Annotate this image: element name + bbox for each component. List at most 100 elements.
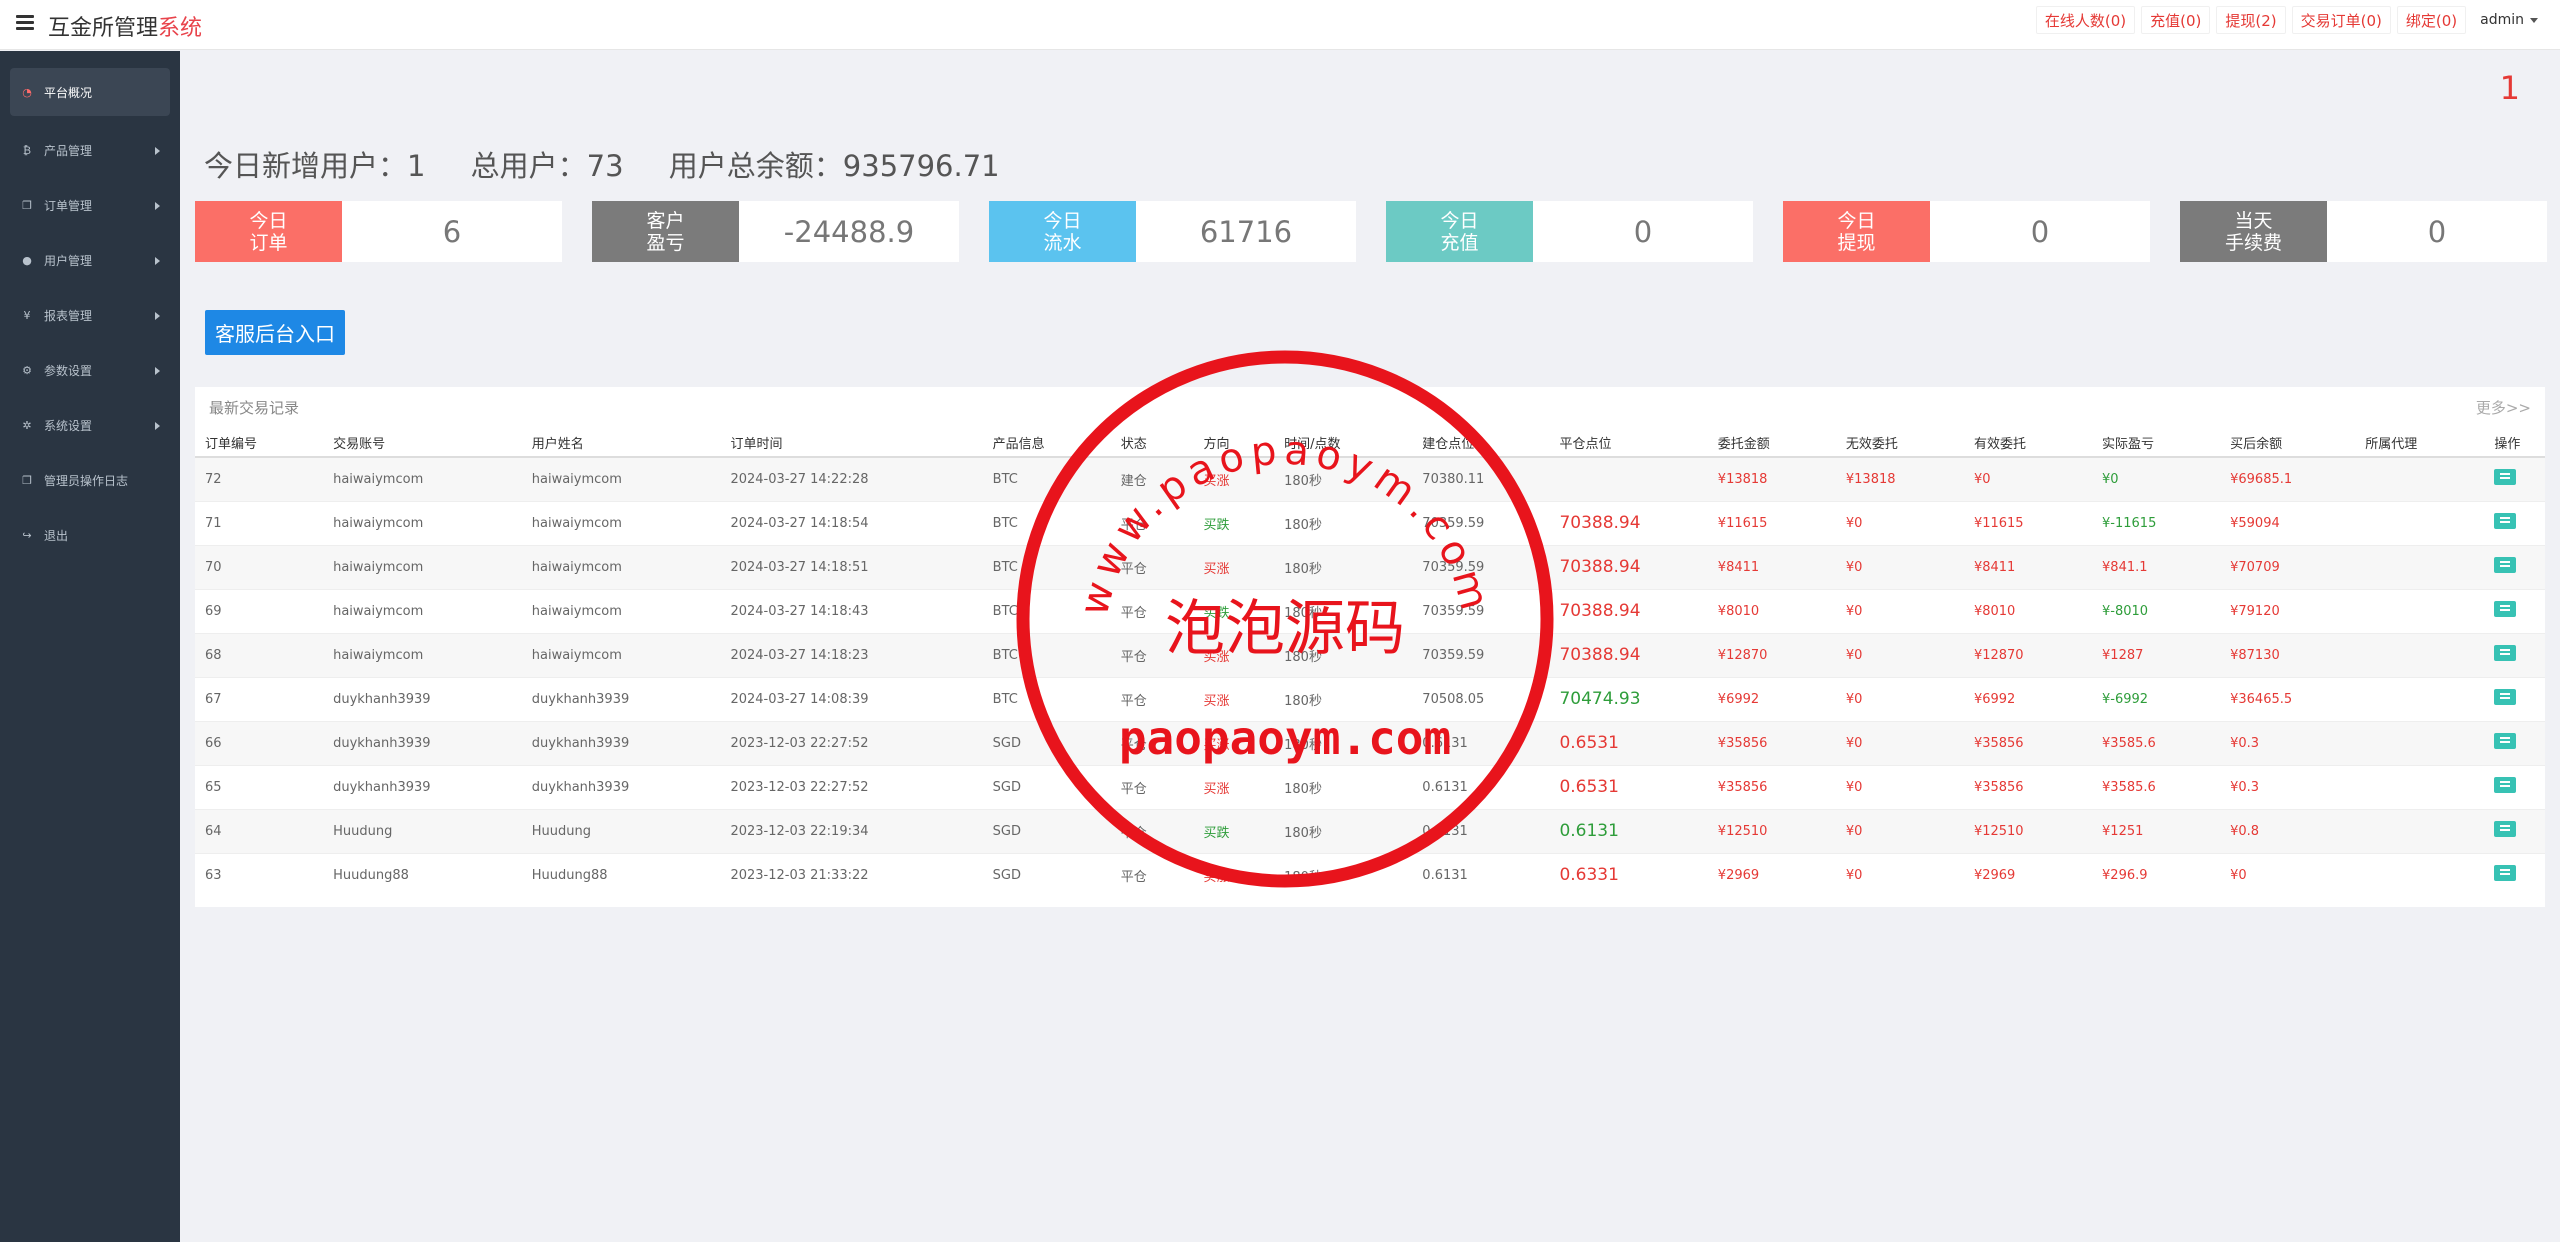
table-cell: 180秒 — [1274, 764, 1413, 809]
withdraw-button[interactable]: 提现(2) — [2216, 6, 2286, 34]
bind-button[interactable]: 绑定(0) — [2396, 6, 2467, 34]
sidebar-item-1[interactable]: ₿ 产品管理 — [0, 123, 180, 178]
stat-value: 0 — [2030, 214, 2050, 249]
table-cell: ¥8010 — [1707, 588, 1836, 633]
table-cell: 70359.59 — [1412, 588, 1550, 633]
table-cell: 68 — [195, 632, 324, 677]
table-cell: 70388.94 — [1549, 588, 1708, 633]
table-cell: ¥8411 — [1707, 544, 1836, 589]
table-cell: 买涨 — [1193, 852, 1275, 897]
column-header: 实际盈亏 — [2092, 429, 2221, 458]
table-cell: SGD — [982, 852, 1111, 897]
column-header: 产品信息 — [982, 429, 1111, 458]
table-cell: 买涨 — [1193, 544, 1275, 589]
table-cell: ¥35856 — [1963, 720, 2093, 765]
table-cell: 71 — [195, 500, 324, 545]
sidebar-item-label: 系统设置 — [44, 419, 93, 433]
column-header: 交易账号 — [323, 429, 522, 458]
table-row: 66 duykhanh3939 duykhanh3939 2023-12-03 22:… — [195, 720, 2545, 765]
table-cell: 2023-12-03 21:33:22 — [720, 852, 983, 897]
table-cell: Huudung88 — [521, 852, 721, 897]
sidebar-item-4[interactable]: ¥ 报表管理 — [0, 288, 180, 343]
column-header: 时间/点数 — [1274, 429, 1413, 458]
table-cell: 70474.93 — [1549, 676, 1708, 721]
table-cell: 买跌 — [1193, 588, 1275, 633]
table-cell: haiwaiymcom — [521, 456, 721, 501]
stat-label-line: 今日 — [1043, 209, 1082, 232]
user-menu[interactable]: admin — [2472, 6, 2546, 34]
table-cell: ¥0.3 — [2220, 720, 2356, 765]
stat-label-line: 盈亏 — [646, 231, 685, 254]
view-details-icon[interactable] — [2494, 689, 2517, 705]
stat-label-line: 手续费 — [2224, 231, 2282, 254]
table-cell: ¥87130 — [2220, 632, 2356, 677]
bitcoin-icon: ₿ — [22, 144, 32, 157]
table-cell: ¥1287 — [2092, 632, 2221, 677]
sidebar-item-label: 报表管理 — [44, 309, 93, 323]
table-cell: 平仓 — [1110, 852, 1194, 897]
view-details-icon[interactable] — [2494, 469, 2517, 486]
table-cell — [2484, 676, 2545, 721]
sidebar-item-0[interactable]: ◔ 平台概况 — [10, 68, 170, 116]
sidebar-item-7[interactable]: ❐ 管理员操作日志 — [0, 453, 180, 508]
stat-cards: 今日 订单 6 客户 盈亏 -24488.9 今日 流水 61716 今日 充值 0 今日 提现 0 当天 手续… — [195, 201, 2547, 262]
sidebar-item-label: 参数设置 — [44, 364, 93, 378]
stat-value: 0 — [2427, 214, 2447, 249]
stat-card: 客户 盈亏 -24488.9 — [592, 201, 959, 262]
table-cell — [2484, 456, 2545, 501]
table-cell: ¥0 — [1835, 852, 1964, 897]
stat-value: 61716 — [1199, 214, 1293, 249]
table-cell: 买跌 — [1193, 808, 1275, 853]
table-cell: ¥12510 — [1707, 808, 1836, 853]
table-cell: 70 — [195, 544, 324, 589]
table-cell: SGD — [982, 764, 1111, 809]
online-users-button[interactable]: 在线人数(0) — [2035, 6, 2136, 34]
sidebar-item-5[interactable]: ⚙ 参数设置 — [0, 343, 180, 398]
view-details-icon[interactable] — [2494, 513, 2517, 529]
table-cell: 2024-03-27 14:18:43 — [720, 588, 983, 633]
table-cell: ¥3585.6 — [2092, 720, 2221, 765]
table-cell: 2024-03-27 14:22:28 — [720, 456, 983, 501]
sidebar-item-3[interactable]: ● 用户管理 — [0, 233, 180, 288]
recharge-button[interactable]: 充值(0) — [2141, 6, 2211, 34]
table-cell: 63 — [195, 852, 324, 897]
view-details-icon[interactable] — [2494, 865, 2517, 882]
table-cell: ¥0 — [1835, 544, 1964, 589]
table-cell: 2024-03-27 14:18:23 — [720, 632, 983, 677]
stat-label: 今日 充值 — [1386, 201, 1533, 262]
table-cell: ¥-6992 — [2092, 676, 2221, 721]
view-details-icon[interactable] — [2494, 733, 2517, 749]
table-cell: 2023-12-03 22:19:34 — [720, 808, 983, 853]
column-header: 买后余额 — [2220, 429, 2356, 458]
table-body: 72 haiwaiymcom haiwaiymcom 2024-03-27 14:22… — [195, 456, 2545, 897]
column-header: 有效委托 — [1963, 429, 2093, 458]
menu-toggle-icon[interactable] — [16, 15, 34, 31]
trade-orders-button[interactable]: 交易订单(0) — [2291, 6, 2391, 34]
table-cell: 66 — [195, 720, 324, 765]
more-link[interactable]: 更多>> — [2476, 397, 2531, 418]
table-cell: 70380.11 — [1412, 456, 1550, 501]
column-header: 订单编号 — [195, 429, 324, 458]
table-cell — [2355, 632, 2485, 677]
view-details-icon[interactable] — [2494, 645, 2517, 661]
panel-title: 最新交易记录 — [209, 399, 300, 417]
table-cell — [2484, 764, 2545, 809]
stat-label-line: 流水 — [1043, 231, 1082, 254]
customer-service-button[interactable]: 客服后台入口 — [205, 310, 345, 355]
chevron-right-icon — [155, 256, 160, 265]
view-details-icon[interactable] — [2494, 821, 2517, 837]
table-cell — [2355, 808, 2485, 853]
view-details-icon[interactable] — [2494, 777, 2517, 793]
table-row: 64 Huudung Huudung 2023-12-03 22:19:34 SGD 平仓… — [195, 808, 2545, 853]
view-details-icon[interactable] — [2494, 557, 2517, 573]
sidebar-item-6[interactable]: ✲ 系统设置 — [0, 398, 180, 453]
logout-icon: ↪ — [22, 529, 32, 542]
table-cell: ¥-8010 — [2092, 588, 2221, 633]
sidebar-item-8[interactable]: ↪ 退出 — [0, 508, 180, 563]
top-bar: 互金所管理系统 在线人数(0) 充值(0) 提现(2) 交易订单(0) 绑定(0… — [0, 0, 2560, 50]
table-cell — [2484, 852, 2545, 897]
sidebar-item-2[interactable]: ❐ 订单管理 — [0, 178, 180, 233]
table-row: 68 haiwaiymcom haiwaiymcom 2024-03-27 14:18… — [195, 632, 2545, 677]
table-cell: 70508.05 — [1412, 676, 1550, 721]
view-details-icon[interactable] — [2494, 601, 2517, 617]
